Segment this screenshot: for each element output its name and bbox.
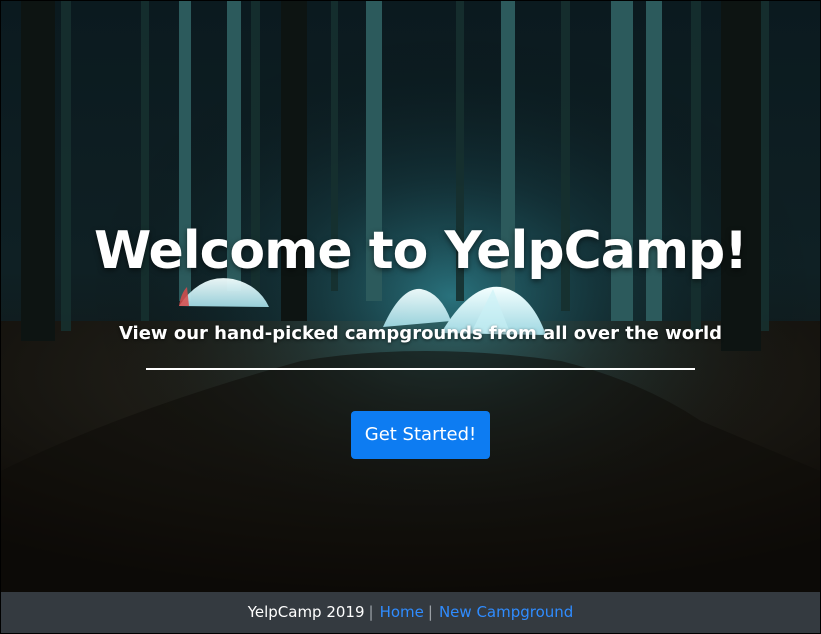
landing-page: Welcome to YelpCamp! View our hand-picke…	[0, 0, 821, 634]
hero-section: Welcome to YelpCamp! View our hand-picke…	[1, 1, 820, 592]
footer-copyright: YelpCamp 2019	[247, 603, 365, 621]
footer-link-home[interactable]: Home	[380, 603, 424, 621]
hero-title: Welcome to YelpCamp!	[94, 221, 748, 281]
footer-separator: |	[368, 603, 374, 621]
footer-link-new-campground[interactable]: New Campground	[439, 603, 573, 621]
footer-separator: |	[427, 603, 433, 621]
hero-divider	[146, 368, 695, 370]
footer: YelpCamp 2019 | Home | New Campground	[1, 592, 820, 633]
hero-subtitle: View our hand-picked campgrounds from al…	[118, 323, 723, 344]
get-started-button[interactable]: Get Started!	[351, 411, 490, 459]
